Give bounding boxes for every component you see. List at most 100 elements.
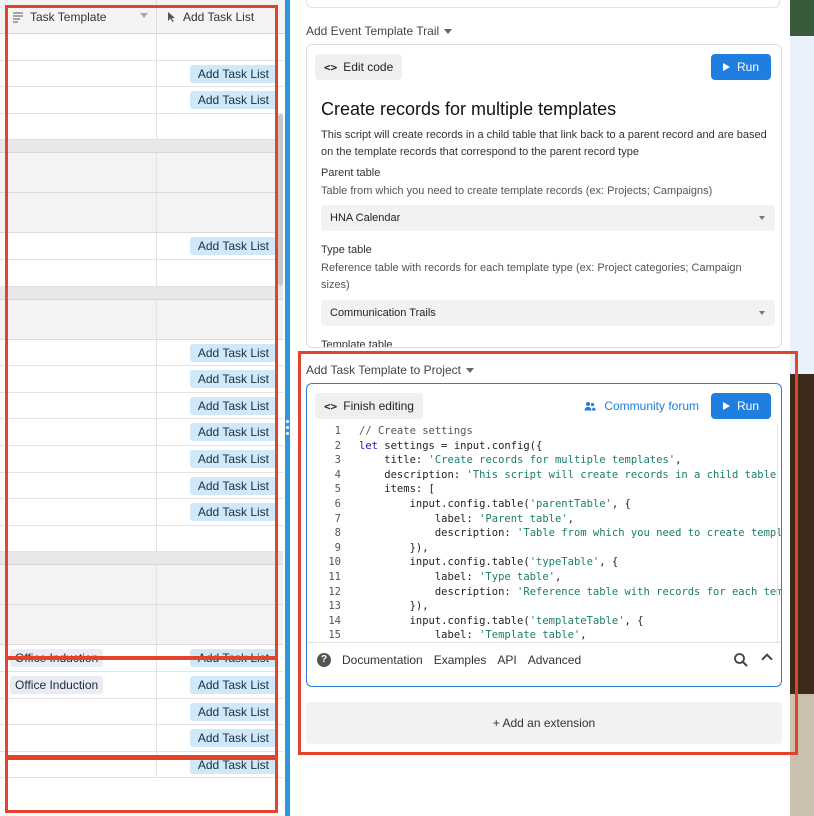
task-template-cell[interactable] bbox=[0, 605, 157, 645]
linked-record-chip[interactable]: Office Induction bbox=[10, 649, 104, 668]
add-task-list-button[interactable]: Add Task List bbox=[189, 755, 277, 774]
task-template-cell[interactable] bbox=[0, 140, 157, 152]
parent-table-select[interactable]: HNA Calendar bbox=[321, 205, 775, 231]
linked-record-chip[interactable]: Office Induction bbox=[10, 676, 104, 694]
task-template-cell[interactable] bbox=[0, 299, 157, 339]
task-template-cell[interactable] bbox=[0, 153, 157, 193]
task-template-cell[interactable] bbox=[0, 193, 157, 233]
task-template-cell[interactable] bbox=[0, 287, 157, 299]
examples-link[interactable]: Examples bbox=[434, 653, 487, 667]
task-template-cell[interactable] bbox=[0, 698, 157, 725]
table-row[interactable]: Add Task List bbox=[0, 698, 283, 726]
help-icon[interactable]: ? bbox=[317, 652, 331, 667]
add-task-list-button[interactable]: Add Task List bbox=[189, 702, 277, 721]
table-row[interactable]: Add Task List bbox=[0, 366, 283, 393]
column-header-add-task-list[interactable]: Add Task List bbox=[157, 0, 283, 34]
edit-code-button[interactable]: <> Edit code bbox=[315, 54, 403, 80]
table-row[interactable]: Add Task List bbox=[0, 392, 283, 420]
task-template-cell[interactable] bbox=[0, 472, 157, 499]
task-template-cell[interactable] bbox=[0, 233, 157, 259]
task-template-cell[interactable] bbox=[0, 565, 157, 605]
table-row[interactable]: Office Induction Add Task List bbox=[0, 672, 283, 699]
extension-card-task-template: <> Finish editing Community forum Run 1 /… bbox=[306, 383, 782, 687]
extension-title-menu[interactable]: Add Event Template Trail bbox=[306, 24, 453, 38]
table-row[interactable]: Add Task List bbox=[0, 87, 283, 114]
task-template-cell[interactable] bbox=[0, 525, 157, 552]
advanced-link[interactable]: Advanced bbox=[528, 653, 581, 667]
code-line[interactable]: 15 label: 'Template table', bbox=[307, 628, 586, 642]
chevron-down-icon[interactable] bbox=[140, 13, 148, 18]
code-line[interactable]: 10 input.config.table('typeTable', { bbox=[307, 555, 618, 570]
code-line[interactable]: 14 input.config.table('templateTable', { bbox=[307, 614, 643, 629]
table-row[interactable]: Office Induction Add Task List bbox=[0, 645, 283, 672]
code-line[interactable]: 7 label: 'Parent table', bbox=[307, 512, 574, 527]
code-line[interactable]: 2 let settings = input.config({ bbox=[307, 439, 543, 454]
community-forum-link[interactable]: Community forum bbox=[584, 393, 699, 419]
code-line[interactable]: 5 items: [ bbox=[307, 482, 435, 497]
table-row[interactable]: Add Task List bbox=[0, 472, 283, 500]
search-icon[interactable] bbox=[733, 652, 749, 668]
task-template-cell[interactable] bbox=[0, 552, 157, 564]
table-row[interactable]: Add Task List bbox=[0, 751, 283, 779]
run-button[interactable]: Run bbox=[711, 393, 771, 419]
task-template-cell[interactable] bbox=[0, 446, 157, 472]
task-template-cell[interactable] bbox=[0, 260, 157, 286]
add-task-list-button[interactable]: Add Task List bbox=[189, 91, 277, 110]
add-extension-button[interactable]: + Add an extension bbox=[306, 702, 782, 744]
add-task-list-button[interactable]: Add Task List bbox=[189, 729, 277, 748]
table-row[interactable] bbox=[0, 34, 283, 61]
api-link[interactable]: API bbox=[497, 653, 516, 667]
code-line[interactable]: 3 title: 'Create records for multiple te… bbox=[307, 453, 682, 468]
code-line[interactable]: 9 }), bbox=[307, 541, 429, 556]
task-template-cell[interactable] bbox=[0, 499, 157, 525]
code-editor[interactable]: 1 // Create settings 2 let settings = input… bbox=[307, 424, 781, 642]
add-task-list-button[interactable]: Add Task List bbox=[189, 423, 277, 442]
table-row[interactable]: Add Task List bbox=[0, 446, 283, 473]
task-template-cell[interactable] bbox=[0, 751, 157, 778]
task-template-cell[interactable] bbox=[0, 87, 157, 113]
table-row[interactable]: Add Task List bbox=[0, 725, 283, 752]
task-template-cell[interactable] bbox=[0, 60, 157, 87]
task-template-cell[interactable] bbox=[0, 339, 157, 366]
add-task-list-button[interactable]: Add Task List bbox=[189, 343, 277, 362]
code-line[interactable]: 6 input.config.table('parentTable', { bbox=[307, 497, 631, 512]
table-row[interactable]: Add Task List bbox=[0, 339, 283, 367]
table-row[interactable] bbox=[0, 113, 283, 141]
chevron-up-icon[interactable] bbox=[761, 653, 773, 665]
add-task-list-button[interactable]: Add Task List bbox=[189, 64, 277, 83]
add-task-list-button[interactable]: Add Task List bbox=[189, 237, 277, 256]
add-task-list-button[interactable]: Add Task List bbox=[189, 396, 277, 415]
code-line[interactable]: 12 description: 'Reference table with re… bbox=[307, 585, 781, 600]
add-task-list-button[interactable]: Add Task List bbox=[189, 370, 277, 389]
type-table-select[interactable]: Communication Trails bbox=[321, 300, 775, 326]
add-task-list-button[interactable]: Add Task List bbox=[189, 649, 277, 668]
task-template-cell[interactable] bbox=[0, 366, 157, 392]
add-task-list-button[interactable]: Add Task List bbox=[189, 503, 277, 522]
table-row[interactable] bbox=[0, 525, 283, 553]
extension-title-menu[interactable]: Add Task Template to Project bbox=[306, 363, 474, 377]
column-header-task-template[interactable]: Task Template bbox=[0, 0, 157, 34]
table-row[interactable]: Add Task List bbox=[0, 233, 283, 260]
code-line[interactable]: 8 description: 'Table from which you nee… bbox=[307, 526, 781, 541]
table-row[interactable]: Add Task List bbox=[0, 419, 283, 446]
add-task-list-button[interactable]: Add Task List bbox=[189, 450, 277, 468]
code-line[interactable]: 13 }), bbox=[307, 599, 428, 614]
finish-editing-button[interactable]: <> Finish editing bbox=[315, 393, 423, 419]
code-line[interactable]: 1 // Create settings bbox=[307, 424, 473, 439]
add-task-list-button[interactable]: Add Task List bbox=[189, 676, 277, 694]
grid-scrollbar[interactable] bbox=[278, 114, 283, 286]
task-template-cell[interactable] bbox=[0, 419, 157, 445]
add-task-list-button[interactable]: Add Task List bbox=[189, 476, 277, 495]
task-template-cell[interactable] bbox=[0, 113, 157, 140]
task-template-cell[interactable] bbox=[0, 34, 157, 60]
code-line[interactable]: 11 label: 'Type table', bbox=[307, 570, 561, 585]
task-template-cell[interactable] bbox=[0, 392, 157, 419]
documentation-link[interactable]: Documentation bbox=[342, 653, 423, 667]
table-row[interactable]: Add Task List bbox=[0, 499, 283, 526]
line-number: 2 bbox=[334, 439, 341, 452]
code-line[interactable]: 4 description: 'This script will create … bbox=[307, 468, 781, 483]
task-template-cell[interactable] bbox=[0, 725, 157, 751]
table-row[interactable]: Add Task List bbox=[0, 60, 283, 88]
table-row[interactable] bbox=[0, 260, 283, 287]
run-button[interactable]: Run bbox=[711, 54, 771, 80]
